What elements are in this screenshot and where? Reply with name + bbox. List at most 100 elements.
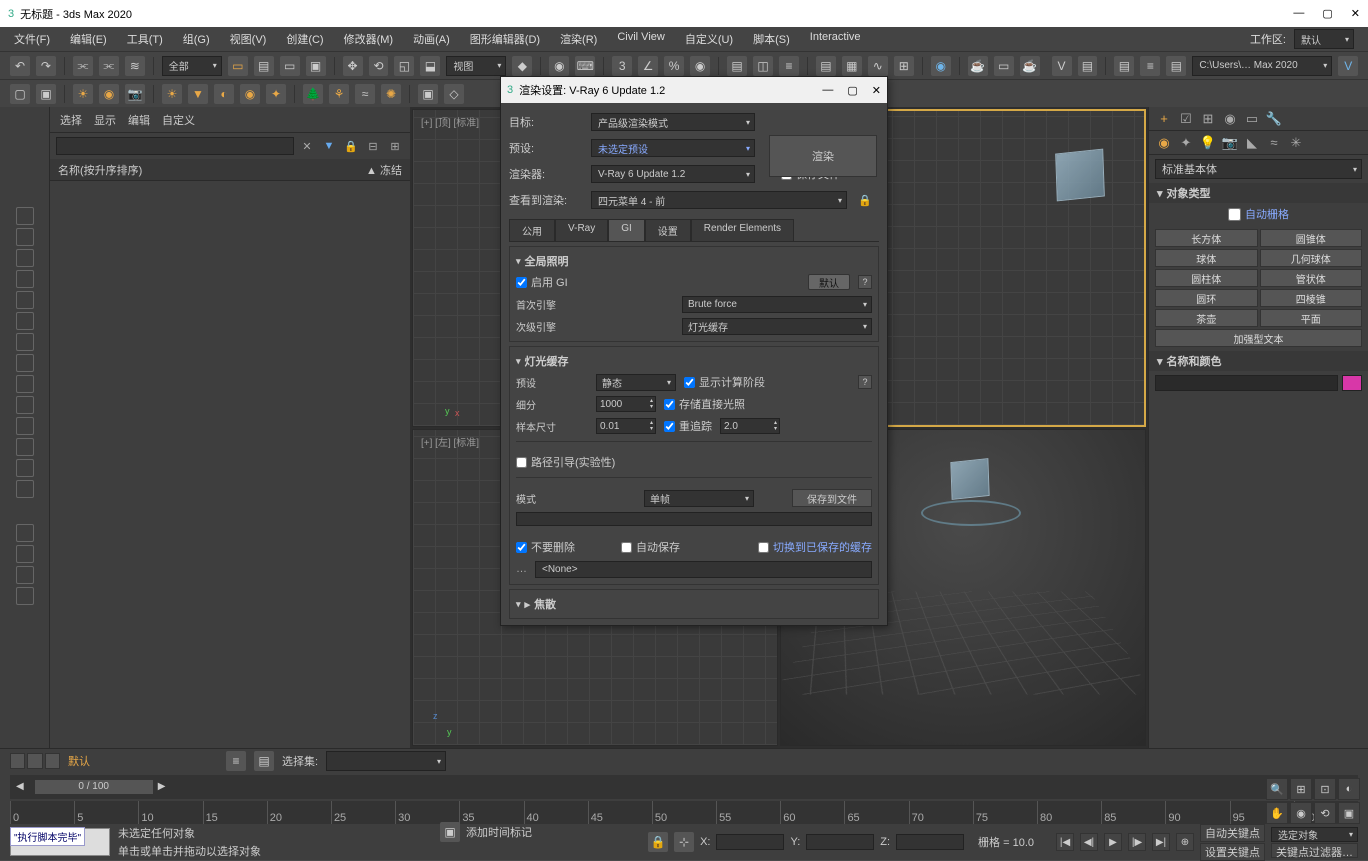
scale-icon[interactable]: ◱ [394, 56, 414, 76]
keyboard-icon[interactable]: ⌨ [575, 56, 595, 76]
cloud-icon[interactable]: ▤ [1166, 56, 1186, 76]
zoom-all-icon[interactable]: ⊞ [1290, 778, 1312, 800]
explorer-icon[interactable]: ▤ [1114, 56, 1134, 76]
prev-frame-icon[interactable]: ◀| [1080, 833, 1098, 851]
lp-icon-18[interactable] [16, 587, 34, 605]
tree-icon[interactable]: 🌲 [303, 84, 323, 104]
lc-store-checkbox[interactable] [664, 399, 675, 410]
fire-icon[interactable]: ✺ [381, 84, 401, 104]
x-input[interactable] [716, 834, 784, 850]
lc-preset-dropdown[interactable]: 静态 [596, 374, 676, 391]
lp-icon-7[interactable] [16, 333, 34, 351]
type-cone[interactable]: 圆锥体 [1260, 229, 1363, 247]
layers-icon[interactable]: ≡ [1140, 56, 1160, 76]
dialog-close[interactable]: ✕ [872, 84, 881, 97]
menu-customize[interactable]: 自定义(U) [685, 31, 733, 47]
snap-toggle-icon[interactable]: 3 [612, 56, 632, 76]
lp-icon-1[interactable] [16, 207, 34, 225]
setkey-button[interactable]: 设置关键点 [1200, 843, 1265, 861]
scene-tab-select[interactable]: 选择 [60, 112, 82, 128]
play-icon[interactable]: ▶ [1104, 833, 1122, 851]
vray-fb-icon[interactable]: ▤ [1078, 56, 1098, 76]
maximize-button[interactable]: ▢ [1322, 7, 1332, 20]
spot-icon[interactable]: ▼ [188, 84, 208, 104]
scene-tab-customize[interactable]: 自定义 [162, 112, 195, 128]
bind-icon[interactable]: ≋ [125, 56, 145, 76]
timeconfig-icon[interactable]: ▣ [440, 822, 460, 842]
helper-icon[interactable]: ◇ [444, 84, 464, 104]
menu-file[interactable]: 文件(F) [14, 31, 50, 47]
display-panel-icon[interactable]: ▭ [1243, 110, 1261, 128]
menu-render[interactable]: 渲染(R) [560, 31, 597, 47]
pivot-icon[interactable]: ◆ [512, 56, 532, 76]
type-textplus[interactable]: 加强型文本 [1155, 329, 1362, 347]
menu-modifier[interactable]: 修改器(M) [344, 31, 394, 47]
view-lock-icon[interactable]: 🔒 [857, 192, 873, 208]
box2-icon[interactable]: ▣ [36, 84, 56, 104]
lp-icon-3[interactable] [16, 249, 34, 267]
camera-icon[interactable]: 📷 [125, 84, 145, 104]
type-geosphere[interactable]: 几何球体 [1260, 249, 1363, 267]
lp-icon-5[interactable] [16, 291, 34, 309]
create-panel-icon[interactable]: + [1155, 110, 1173, 128]
material-editor-icon[interactable]: ◉ [931, 56, 951, 76]
menu-civilview[interactable]: Civil View [617, 31, 664, 47]
type-tube[interactable]: 管状体 [1260, 269, 1363, 287]
ribbon-icon[interactable]: ▦ [842, 56, 862, 76]
time-slider[interactable]: 0 / 100 [34, 779, 154, 795]
lp-icon-10[interactable] [16, 396, 34, 414]
lp-icon-14[interactable] [16, 480, 34, 498]
render-icon[interactable]: ☕ [1020, 56, 1040, 76]
link-icon[interactable]: ⫘ [73, 56, 93, 76]
close-button[interactable]: ✕ [1351, 7, 1360, 20]
type-teapot[interactable]: 茶壶 [1155, 309, 1258, 327]
photometric-icon[interactable]: ✦ [266, 84, 286, 104]
light-icon[interactable]: ◉ [99, 84, 119, 104]
lp-icon-8[interactable] [16, 354, 34, 372]
nodelete-checkbox[interactable] [516, 542, 527, 553]
hierarchy-panel-icon[interactable]: ⊞ [1199, 110, 1217, 128]
schematic-icon[interactable]: ⊞ [894, 56, 914, 76]
iso-icon[interactable]: ≡ [226, 751, 246, 771]
render-button[interactable]: 渲染 [769, 135, 877, 177]
goto-end-icon[interactable]: ▶| [1152, 833, 1170, 851]
scene-search-input[interactable] [56, 137, 294, 155]
autogrid-checkbox[interactable] [1228, 208, 1241, 221]
fov-icon[interactable]: ◐ [1338, 778, 1360, 800]
lp-icon-4[interactable] [16, 270, 34, 288]
filter-icon[interactable]: ▼ [320, 137, 338, 155]
lp-icon-15[interactable] [16, 524, 34, 542]
geometry-icon[interactable]: ◉ [1155, 134, 1173, 152]
renderer-dropdown[interactable]: V-Ray 6 Update 1.2 [591, 165, 755, 183]
goto-start-icon[interactable]: |◀ [1056, 833, 1074, 851]
y-input[interactable] [806, 834, 874, 850]
pan-icon[interactable]: ✋ [1266, 802, 1288, 824]
undo-icon[interactable]: ↶ [10, 56, 30, 76]
primary-dropdown[interactable]: Brute force [682, 296, 872, 313]
project-path-dropdown[interactable]: C:\Users\… Max 2020 [1192, 56, 1332, 76]
lc-show-checkbox[interactable] [684, 377, 695, 388]
unlink-icon[interactable]: ⫘ [99, 56, 119, 76]
tab-gi[interactable]: GI [608, 219, 645, 241]
category-dropdown[interactable]: 标准基本体 [1155, 159, 1362, 179]
fog-icon[interactable]: ≈ [355, 84, 375, 104]
manipulate-icon[interactable]: ◉ [549, 56, 569, 76]
autosave-checkbox[interactable] [621, 542, 632, 553]
key-mode-icon[interactable]: ⊕ [1176, 833, 1194, 851]
lp-icon-2[interactable] [16, 228, 34, 246]
motion-panel-icon[interactable]: ◉ [1221, 110, 1239, 128]
menu-grapheditor[interactable]: 图形编辑器(D) [470, 31, 540, 47]
tab-vray[interactable]: V-Ray [555, 219, 608, 241]
gi-header[interactable]: 全局照明 [516, 251, 872, 271]
object-types-header[interactable]: 对象类型 [1149, 183, 1368, 203]
orbit-icon[interactable]: ⟲ [1314, 802, 1336, 824]
type-plane[interactable]: 平面 [1260, 309, 1363, 327]
autokey-button[interactable]: 自动关键点 [1200, 824, 1265, 842]
spacewarps-icon[interactable]: ≈ [1265, 134, 1283, 152]
next-frame-icon[interactable]: |▶ [1128, 833, 1146, 851]
selset-dropdown[interactable] [326, 751, 446, 771]
max-toggle-icon[interactable]: ▣ [1338, 802, 1360, 824]
zoom-extents-icon[interactable]: ⊡ [1314, 778, 1336, 800]
lc-subdiv-input[interactable]: 1000 [596, 396, 656, 412]
render-frame-icon[interactable]: ▭ [994, 56, 1014, 76]
